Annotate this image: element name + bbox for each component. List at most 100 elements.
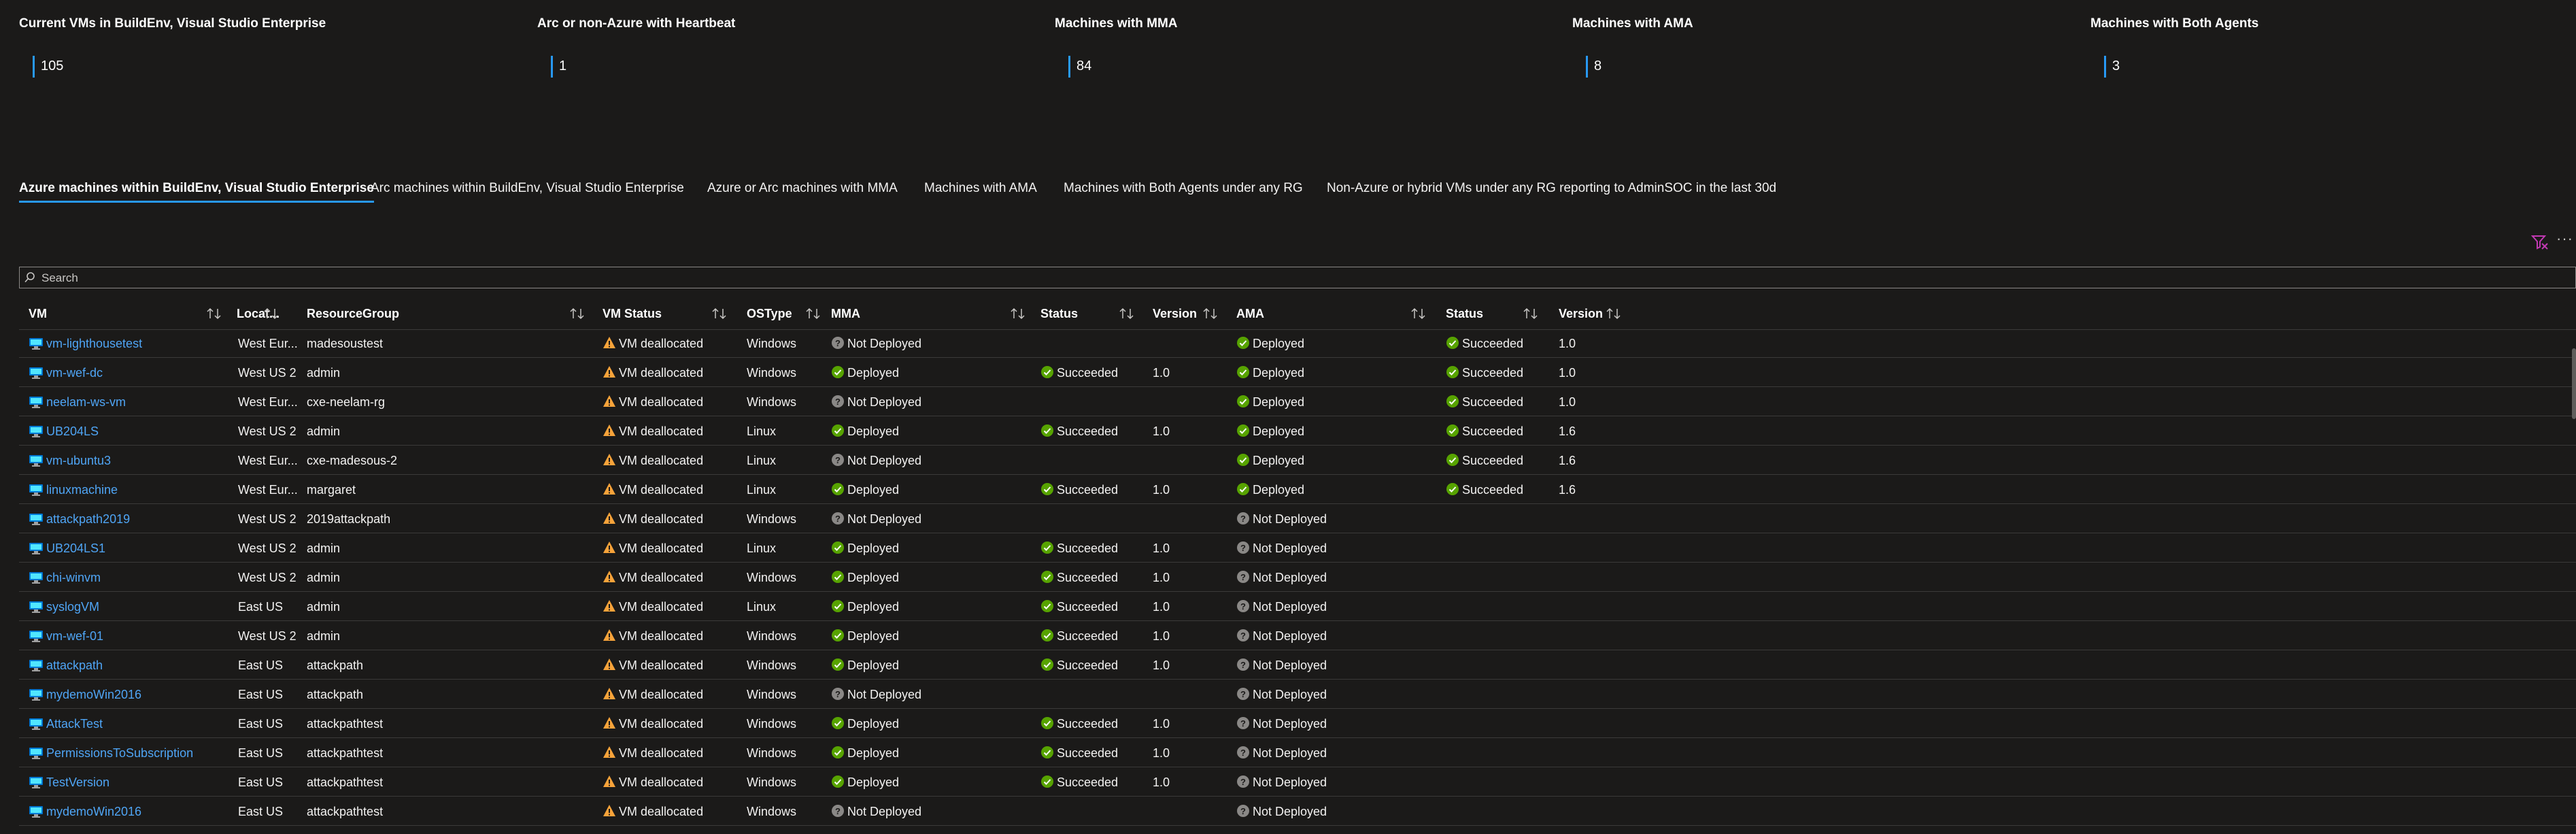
- virtual-machine-icon: [29, 806, 43, 818]
- cell-vm[interactable]: AttackTest: [46, 710, 103, 738]
- cell-loc-text: East US: [238, 600, 284, 614]
- cell-vmstatus: VM deallocated: [603, 417, 703, 446]
- table-row[interactable]: vm-lighthousetest West Eur... madesoustest…: [19, 329, 2576, 358]
- table-row[interactable]: TestVersion East US attackpathtest VM deall…: [19, 768, 2576, 797]
- table-row[interactable]: PermissionsToSubscription East US attackpa…: [19, 739, 2576, 767]
- cell-mma-version-text: 1.0: [1153, 658, 1170, 672]
- cell-vm[interactable]: linuxmachine: [46, 476, 118, 504]
- sort-icon[interactable]: [1606, 307, 1622, 320]
- cell-rg-text: attackpath: [307, 658, 364, 672]
- table-row[interactable]: syslogVM East US admin VM deallocated Linux D…: [19, 593, 2576, 621]
- tab-ama-machines[interactable]: Machines with AMA: [924, 181, 1037, 203]
- tab-non-azure-hybrid[interactable]: Non-Azure or hybrid VMs under any RG rep…: [1327, 181, 1776, 203]
- search-input[interactable]: [40, 267, 2559, 289]
- sort-icon[interactable]: [263, 307, 279, 320]
- virtual-machine-icon: [29, 397, 43, 408]
- success-check-icon: [832, 746, 844, 759]
- table-row[interactable]: vm-wef-01 West US 2 admin VM deallocated Win…: [19, 622, 2576, 650]
- col-header-vm[interactable]: VM: [29, 298, 47, 329]
- cell-vm[interactable]: neelam-ws-vm: [46, 388, 126, 416]
- sort-icon[interactable]: [1119, 307, 1135, 320]
- success-check-icon: [1041, 658, 1053, 671]
- table-row[interactable]: neelam-ws-vm West Eur... cxe-neelam-rg VM d…: [19, 388, 2576, 416]
- cell-mma: ? Not Deployed: [831, 329, 921, 358]
- sort-icon[interactable]: [206, 307, 222, 320]
- table-row[interactable]: chi-winvm West US 2 admin VM deallocated Win…: [19, 563, 2576, 592]
- tile-both-agents: Machines with Both Agents 3: [2071, 14, 2547, 88]
- cell-mma-version-text: 1.0: [1153, 541, 1170, 555]
- cell-mma-version-text: 1.0: [1153, 717, 1170, 731]
- cell-vm[interactable]: vm-wef-dc: [46, 358, 103, 387]
- sort-icon[interactable]: [711, 307, 728, 320]
- col-header-mma[interactable]: MMA: [831, 298, 860, 329]
- cell-rg-text: admin: [307, 629, 341, 643]
- tab-both-agents[interactable]: Machines with Both Agents under any RG: [1064, 181, 1303, 203]
- success-check-icon: [1446, 337, 1459, 350]
- sort-icon[interactable]: [1523, 307, 1539, 320]
- cell-vm[interactable]: mydemoWin2016: [46, 797, 141, 826]
- cell-mma: Deployed: [831, 358, 899, 387]
- search-box: [19, 267, 2576, 289]
- cell-ama-version: 1.6: [1559, 446, 1576, 475]
- cell-mma: Deployed: [831, 739, 899, 767]
- sort-icon[interactable]: [805, 307, 821, 320]
- cell-vm[interactable]: vm-wef-01: [46, 622, 103, 650]
- cell-ama-text: Not Deployed: [1253, 658, 1327, 672]
- success-check-icon: [1041, 366, 1053, 379]
- tab-azure-machines[interactable]: Azure machines within BuildEnv, Visual S…: [19, 181, 374, 203]
- cell-vm[interactable]: UB204LS1: [46, 534, 105, 563]
- cell-vm[interactable]: syslogVM: [46, 593, 99, 621]
- col-header-ama-version[interactable]: Version: [1559, 298, 1603, 329]
- cell-vmstatus-text: VM deallocated: [619, 658, 704, 672]
- col-header-mma-status[interactable]: Status: [1040, 298, 1078, 329]
- sort-icon[interactable]: [1410, 307, 1427, 320]
- cell-loc: East US: [238, 593, 283, 621]
- filter-icon[interactable]: [2531, 234, 2549, 250]
- cell-vm[interactable]: attackpath: [46, 651, 103, 680]
- table-row[interactable]: AttackTest East US attackpathtest VM deallo…: [19, 710, 2576, 738]
- col-header-ama[interactable]: AMA: [1236, 298, 1264, 329]
- tab-mma-machines[interactable]: Azure or Arc machines with MMA: [707, 181, 898, 203]
- table-row[interactable]: vm-ubuntu3 West Eur... cxe-madesous-2 VM de…: [19, 446, 2576, 475]
- table-row[interactable]: vm-wef-dc West US 2 admin VM deallocated Win…: [19, 358, 2576, 387]
- col-header-mma-version[interactable]: Version: [1153, 298, 1197, 329]
- table-row[interactable]: mydemoWin2016 East US attackpathtest VM dea…: [19, 797, 2576, 826]
- cell-vm[interactable]: vm-lighthousetest: [46, 329, 142, 358]
- cell-mma-status-text: Succeeded: [1057, 483, 1119, 497]
- cell-mma-version: 1.0: [1153, 593, 1170, 621]
- cell-vm[interactable]: vm-ubuntu3: [46, 446, 111, 475]
- cell-vm[interactable]: chi-winvm: [46, 563, 101, 592]
- cell-loc-text: East US: [238, 658, 284, 672]
- tile-title: Machines with Both Agents: [2090, 16, 2259, 31]
- table-row[interactable]: UB204LS West US 2 admin VM deallocated Linux…: [19, 417, 2576, 446]
- col-header-ama-status[interactable]: Status: [1446, 298, 1483, 329]
- table-row[interactable]: mydemoWin2016 East US attackpath VM dealloc…: [19, 680, 2576, 709]
- sort-icon[interactable]: [569, 307, 586, 320]
- success-check-icon: [1446, 395, 1459, 408]
- sort-icon[interactable]: [1202, 307, 1219, 320]
- vertical-scrollbar[interactable]: [2572, 348, 2576, 419]
- col-header-resourcegroup[interactable]: ResourceGroup: [307, 298, 399, 329]
- cell-vm[interactable]: mydemoWin2016: [46, 680, 141, 709]
- cell-os-text: Windows: [747, 366, 797, 380]
- cell-ama-version-text: 1.6: [1559, 454, 1576, 467]
- success-check-icon: [1041, 600, 1053, 613]
- table-row[interactable]: attackpath East US attackpath VM deallocate…: [19, 651, 2576, 680]
- tab-arc-machines[interactable]: Arc machines within BuildEnv, Visual Stu…: [371, 181, 684, 203]
- cell-vmstatus: VM deallocated: [603, 534, 703, 563]
- cell-vm[interactable]: attackpath2019: [46, 505, 130, 533]
- table-row[interactable]: linuxmachine West Eur... margaret VM deallo…: [19, 476, 2576, 504]
- table-row[interactable]: UB204LS1 West US 2 admin VM deallocated Linu…: [19, 534, 2576, 563]
- col-header-ostype[interactable]: OSType: [747, 298, 792, 329]
- cell-vmstatus: VM deallocated: [603, 710, 703, 738]
- sort-icon[interactable]: [1010, 307, 1026, 320]
- cell-rg: admin: [307, 593, 340, 621]
- more-options-icon[interactable]: ···: [2556, 230, 2573, 248]
- table-row[interactable]: attackpath2019 West US 2 2019attackpath VM …: [19, 505, 2576, 533]
- cell-vm[interactable]: PermissionsToSubscription: [46, 739, 193, 767]
- cell-vm-text: neelam-ws-vm: [46, 395, 126, 409]
- cell-vm[interactable]: UB204LS: [46, 417, 99, 446]
- cell-vm-text: PermissionsToSubscription: [46, 746, 194, 760]
- cell-vm[interactable]: TestVersion: [46, 768, 109, 797]
- col-header-vmstatus[interactable]: VM Status: [603, 298, 662, 329]
